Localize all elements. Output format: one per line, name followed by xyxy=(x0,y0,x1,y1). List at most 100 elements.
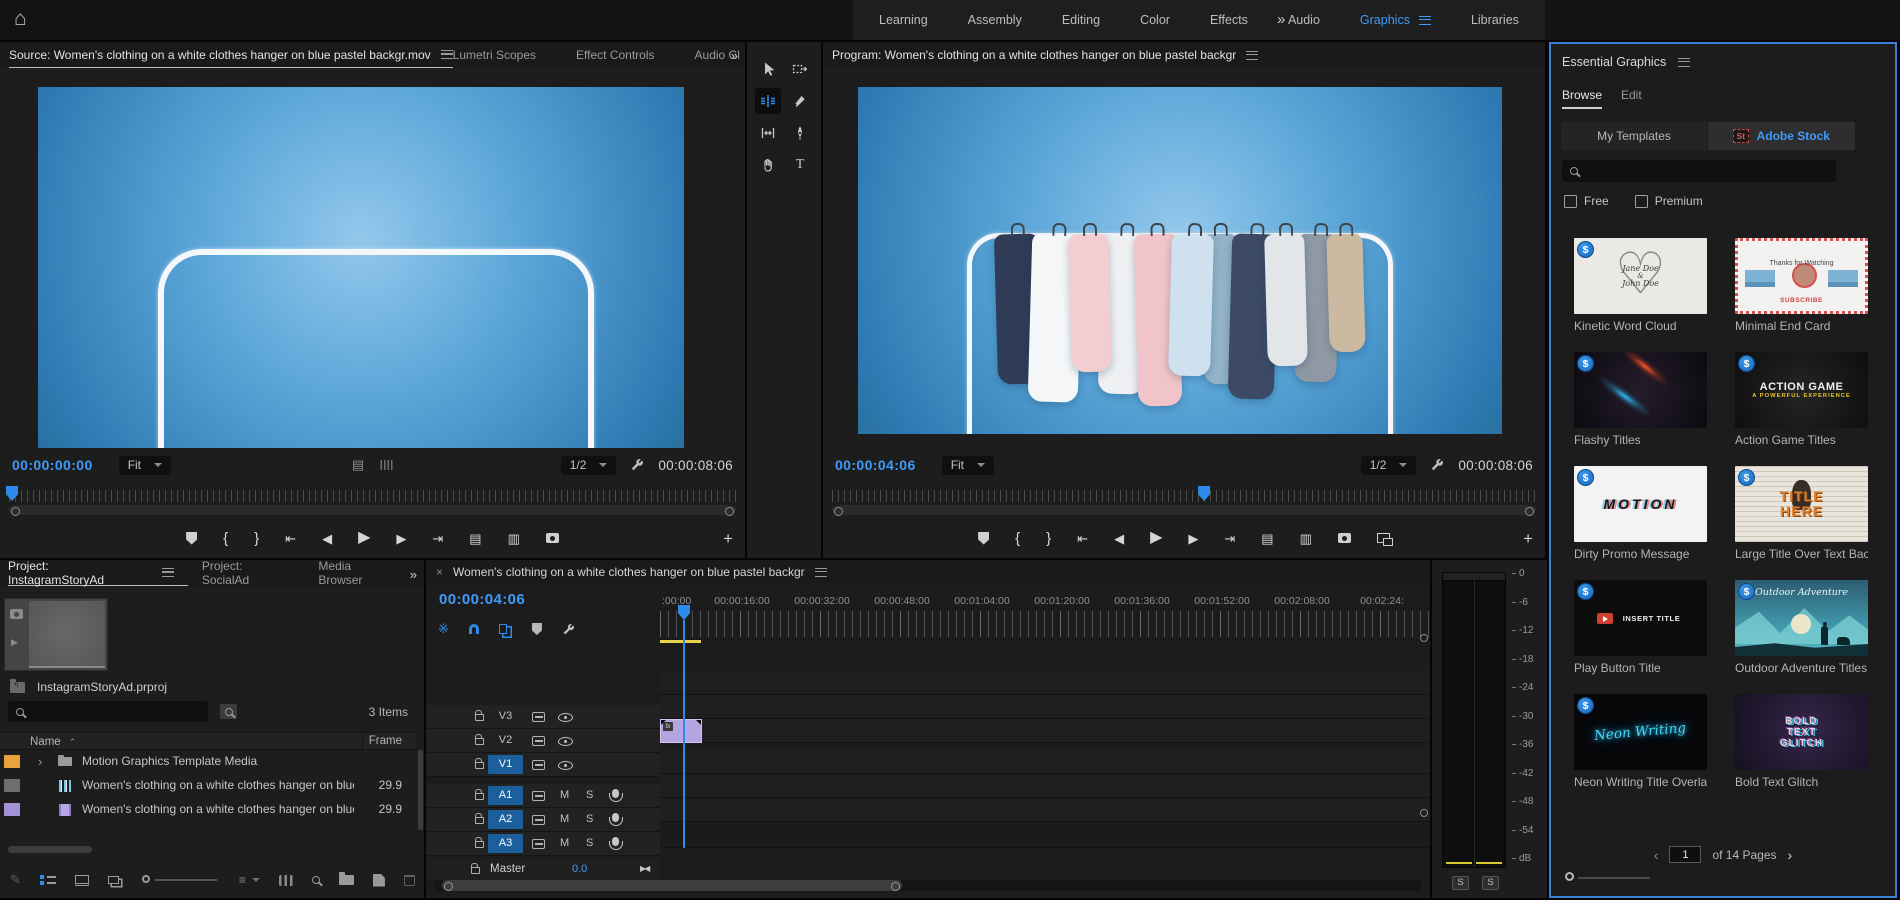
slider-handle[interactable] xyxy=(1565,872,1574,881)
find-icon[interactable] xyxy=(312,876,320,884)
master-volume-value[interactable]: 0.0 xyxy=(572,863,587,875)
close-tab-icon[interactable]: × xyxy=(436,565,443,579)
lock-toggle-icon[interactable] xyxy=(475,714,484,721)
track-select-tool-icon[interactable] xyxy=(787,56,813,82)
mark-in-icon[interactable]: { xyxy=(1015,531,1020,546)
icon-view-icon[interactable] xyxy=(75,875,89,886)
sort-icons-button[interactable]: ≡ xyxy=(239,873,260,887)
mute-button[interactable]: M xyxy=(560,789,569,801)
template-card-flashy-titles[interactable]: Flashy Titles xyxy=(1574,352,1707,447)
panel-menu-icon[interactable] xyxy=(162,568,174,577)
adobe-stock-button[interactable]: St Adobe Stock xyxy=(1708,122,1855,150)
tab-program[interactable]: Program: Women's clothing on a white clo… xyxy=(832,42,1258,68)
solo-left-button[interactable]: S xyxy=(1452,876,1469,890)
mark-out-icon[interactable]: } xyxy=(1046,531,1051,546)
step-back-icon[interactable]: ◀ xyxy=(322,532,332,545)
source-video-viewport[interactable] xyxy=(38,87,684,448)
voiceover-record-mic-icon[interactable] xyxy=(612,813,619,822)
label-color-chip[interactable] xyxy=(4,803,20,816)
project-search-input[interactable] xyxy=(8,701,208,722)
tab-effect-controls[interactable]: Effect Controls xyxy=(576,48,654,62)
button-editor-plus-icon[interactable]: + xyxy=(723,530,733,547)
solo-button[interactable]: S xyxy=(586,813,593,825)
add-marker-icon[interactable] xyxy=(978,532,989,545)
source-timecode[interactable]: 00:00:00:00 xyxy=(12,457,93,473)
tab-browse[interactable]: Browse xyxy=(1562,88,1602,109)
track-target-a1[interactable]: A1 xyxy=(488,786,523,805)
delete-trash-icon[interactable] xyxy=(404,875,415,886)
track-target-v2[interactable]: V2 xyxy=(488,731,523,750)
voiceover-record-mic-icon[interactable] xyxy=(612,789,619,798)
project-item-row[interactable]: Women's clothing on a white clothes hang… xyxy=(0,774,416,798)
panel-overflow-chevron-icon[interactable]: » xyxy=(731,48,736,63)
source-scrub-bar[interactable] xyxy=(9,488,736,518)
lock-toggle-icon[interactable] xyxy=(475,738,484,745)
tab-project-socialad[interactable]: Project: SocialAd xyxy=(202,560,305,586)
checkbox[interactable] xyxy=(1635,195,1648,208)
template-card-play-button-title[interactable]: INSERT TITLEPlay Button Title xyxy=(1574,580,1707,675)
tab-project-instagramstoryad[interactable]: Project: InstagramStoryAd xyxy=(8,560,188,586)
template-card-action-game-titles[interactable]: ACTION GAMEA POWERFUL EXPERIENCEAction G… xyxy=(1735,352,1868,447)
track-lane[interactable] xyxy=(660,750,1430,774)
voiceover-record-mic-icon[interactable] xyxy=(612,837,619,846)
panel-menu-icon[interactable] xyxy=(815,568,827,577)
column-header-name[interactable]: Name xyxy=(30,735,76,748)
add-marker-icon[interactable] xyxy=(186,532,197,545)
template-thumbnail[interactable]: MOTION xyxy=(1574,466,1707,542)
toggle-track-output-icon[interactable] xyxy=(558,737,573,746)
sequence-tab-label[interactable]: Women's clothing on a white clothes hang… xyxy=(453,565,805,579)
export-frame-camera-icon[interactable] xyxy=(546,533,559,543)
play-button-icon[interactable]: ▶ xyxy=(358,530,370,546)
button-editor-plus-icon[interactable]: + xyxy=(1523,530,1533,547)
track-header-v1[interactable]: V1 xyxy=(426,753,660,777)
find-bin-button[interactable] xyxy=(220,704,237,719)
drag-video-icon[interactable]: ▤ xyxy=(352,457,364,473)
template-thumbnail[interactable]: Thanks for WatchingSUBSCRIBE xyxy=(1735,238,1868,314)
workspace-tab-effects[interactable]: Effects xyxy=(1190,0,1268,40)
program-scrub-bar[interactable] xyxy=(832,488,1536,518)
playhead-line[interactable] xyxy=(683,620,685,848)
tab-media-browser[interactable]: Media Browser xyxy=(318,560,410,586)
track-header-v2[interactable]: V2 xyxy=(426,729,660,753)
track-header-v3[interactable]: V3 xyxy=(426,705,660,729)
template-thumbnail[interactable]: Jane Doe&John Doe xyxy=(1574,238,1707,314)
source-patch-icon[interactable] xyxy=(532,736,545,746)
lift-icon[interactable]: ▤ xyxy=(1261,532,1273,545)
zoom-slider-handle[interactable] xyxy=(142,875,150,883)
freeform-view-icon[interactable] xyxy=(108,876,119,884)
new-bin-icon[interactable] xyxy=(339,875,354,885)
track-target-a3[interactable]: A3 xyxy=(488,834,523,853)
keyframe-navigator-icon[interactable]: ▶◀ xyxy=(640,864,648,873)
panel-menu-icon[interactable] xyxy=(441,50,453,59)
track-lane[interactable] xyxy=(660,671,1430,695)
list-view-icon[interactable] xyxy=(40,874,56,886)
zoom-slider[interactable] xyxy=(142,875,220,885)
next-page-icon[interactable]: › xyxy=(1788,847,1793,863)
thumbnail-size-slider[interactable] xyxy=(1565,872,1665,884)
column-header-frame[interactable]: Frame xyxy=(369,735,402,747)
go-to-out-icon[interactable]: ⇥ xyxy=(432,532,443,545)
mark-out-icon[interactable]: } xyxy=(254,531,259,546)
track-target-v3[interactable]: V3 xyxy=(488,707,523,726)
panel-menu-icon[interactable] xyxy=(1246,51,1258,60)
tab-lumetri-scopes[interactable]: Lumetri Scopes xyxy=(453,48,536,62)
new-item-icon[interactable] xyxy=(373,874,385,887)
my-templates-button[interactable]: My Templates xyxy=(1561,122,1707,150)
settings-wrench-icon[interactable] xyxy=(1430,458,1444,472)
panel-overflow-chevron-icon[interactable]: » xyxy=(410,567,415,582)
timeline-horizontal-scrollbar[interactable] xyxy=(434,880,1422,891)
label-color-chip[interactable] xyxy=(4,779,20,792)
insert-icon[interactable]: ▤ xyxy=(469,532,481,545)
solo-button[interactable]: S xyxy=(586,837,593,849)
razor-tool-icon[interactable] xyxy=(787,88,813,114)
track-header-a1[interactable]: A1MS xyxy=(426,784,660,808)
lock-toggle-icon[interactable] xyxy=(475,793,484,800)
template-card-neon-writing-title-overlay[interactable]: Neon WritingNeon Writing Title Overlay xyxy=(1574,694,1707,789)
lock-toggle-icon[interactable] xyxy=(475,841,484,848)
workspace-tab-assembly[interactable]: Assembly xyxy=(948,0,1042,40)
hand-tool-icon[interactable] xyxy=(755,152,781,178)
pen-tool-icon[interactable] xyxy=(787,120,813,146)
drag-audio-icon[interactable] xyxy=(380,460,393,470)
play-button-icon[interactable]: ▶ xyxy=(1150,530,1162,546)
template-card-minimal-end-card[interactable]: Thanks for WatchingSUBSCRIBEMinimal End … xyxy=(1735,238,1868,333)
